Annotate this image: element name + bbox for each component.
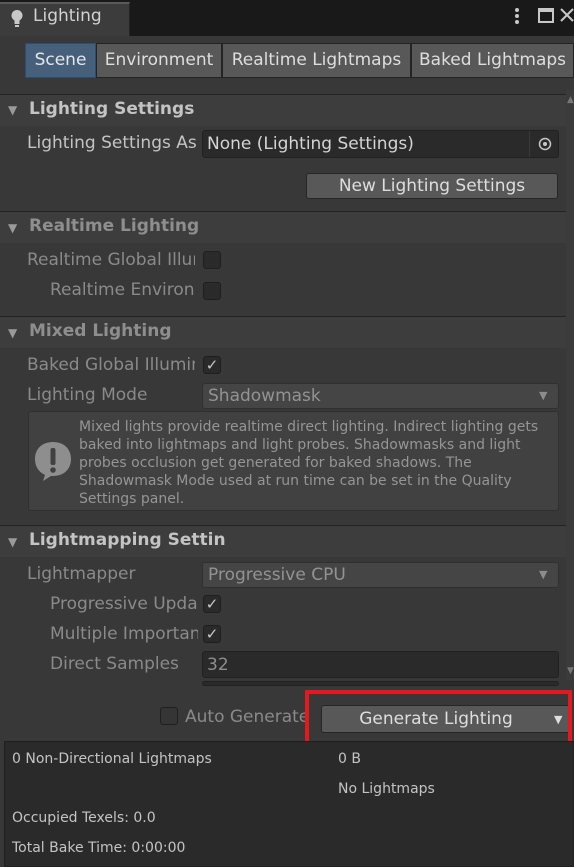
- total-bake-time: Total Bake Time: 0:00:00: [12, 840, 186, 856]
- close-icon[interactable]: [560, 8, 574, 22]
- foldout-arrow-icon[interactable]: ▼: [8, 103, 17, 117]
- direct-samples-label: Direct Samples: [50, 654, 179, 674]
- scroll-up-arrow-icon[interactable]: ▲: [567, 95, 574, 105]
- lighting-settings-asset-value: None (Lighting Settings): [207, 134, 414, 154]
- lighting-mode-dropdown[interactable]: Shadowmask: [202, 383, 559, 409]
- realtime-environment-lighting-label: Realtime Environment Lighting: [50, 280, 196, 300]
- realtime-gi-label: Realtime Global Illumination: [27, 250, 195, 270]
- realtime-environment-lighting-checkbox[interactable]: [203, 282, 221, 300]
- info-icon: [35, 442, 71, 481]
- scroll-down-arrow-icon[interactable]: ▼: [567, 666, 574, 676]
- scrollbar[interactable]: [566, 90, 574, 680]
- lightbulb-icon: [11, 10, 23, 27]
- no-lightmaps-label: No Lightmaps: [338, 781, 435, 797]
- progressive-updates-label: Progressive Updates: [50, 594, 198, 614]
- window-title: Lighting: [33, 6, 102, 26]
- lightmap-count: 0 Non-Directional Lightmaps: [12, 751, 212, 767]
- lightmapper-dropdown[interactable]: Progressive CPU: [202, 562, 559, 588]
- dropdown-arrow-icon: ▼: [539, 389, 548, 402]
- dropdown-arrow-icon: ▼: [539, 568, 548, 581]
- object-field-divider: [529, 131, 530, 157]
- mixed-lighting-help-text: Mixed lights provide realtime direct lig…: [79, 419, 539, 507]
- multiple-importance-sampling-checkbox[interactable]: ✓: [203, 625, 221, 643]
- section-title-mixed-lighting: Mixed Lighting: [29, 321, 172, 341]
- lighting-settings-asset-label: Lighting Settings Asset: [27, 133, 197, 153]
- progressive-updates-checkbox[interactable]: ✓: [203, 595, 221, 613]
- lighting-mode-value: Shadowmask: [208, 386, 321, 406]
- multiple-importance-sampling-label: Multiple Importance Sampling: [50, 624, 198, 644]
- tab-environment[interactable]: Environment: [96, 43, 222, 78]
- foldout-arrow-icon[interactable]: ▼: [8, 326, 17, 340]
- direct-samples-value: 32: [207, 655, 229, 675]
- baked-gi-checkbox[interactable]: ✓: [203, 356, 221, 374]
- lightmapper-label: Lightmapper: [27, 564, 136, 584]
- direct-samples-field[interactable]: 32: [202, 651, 559, 678]
- section-title-realtime-lighting: Realtime Lighting: [29, 216, 200, 236]
- realtime-gi-checkbox[interactable]: [203, 251, 221, 269]
- lightmapper-value: Progressive CPU: [208, 565, 346, 585]
- tab-baked-lightmaps[interactable]: Baked Lightmaps: [411, 43, 574, 78]
- auto-generate-checkbox[interactable]: [160, 707, 178, 725]
- foldout-arrow-icon[interactable]: ▼: [8, 535, 17, 549]
- object-picker-icon[interactable]: [538, 137, 552, 151]
- maximize-icon[interactable]: [538, 8, 554, 23]
- lightmap-size: 0 B: [338, 751, 361, 767]
- tab-realtime-lightmaps[interactable]: Realtime Lightmaps: [222, 43, 411, 78]
- occupied-texels: Occupied Texels: 0.0: [12, 810, 156, 826]
- section-title-lighting-settings: Lighting Settings: [29, 99, 195, 119]
- kebab-menu-icon[interactable]: [514, 7, 520, 25]
- section-title-lightmapping-settings: Lightmapping Settings: [29, 530, 225, 550]
- foldout-arrow-icon[interactable]: ▼: [8, 221, 17, 235]
- new-lighting-settings-button[interactable]: New Lighting Settings: [306, 173, 558, 199]
- lighting-mode-label: Lighting Mode: [27, 385, 148, 405]
- lighting-settings-asset-field[interactable]: None (Lighting Settings): [202, 130, 559, 158]
- baked-gi-label: Baked Global Illumination: [27, 355, 195, 375]
- auto-generate-label: Auto Generate: [185, 707, 310, 727]
- tab-scene[interactable]: Scene: [25, 43, 96, 78]
